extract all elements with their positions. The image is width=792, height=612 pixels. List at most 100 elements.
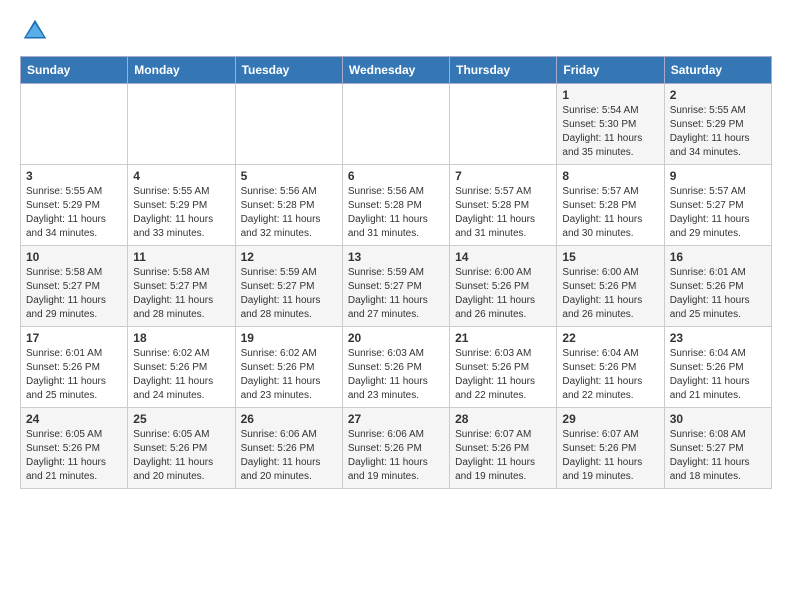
calendar-header-monday: Monday <box>128 57 235 84</box>
calendar-header-row: SundayMondayTuesdayWednesdayThursdayFrid… <box>21 57 772 84</box>
day-info: Sunrise: 5:57 AM Sunset: 5:28 PM Dayligh… <box>455 185 551 241</box>
page: SundayMondayTuesdayWednesdayThursdayFrid… <box>0 0 792 505</box>
calendar-cell: 13 Sunrise: 5:59 AM Sunset: 5:27 PM Dayli… <box>342 246 449 327</box>
calendar-week-3: 17 Sunrise: 6:01 AM Sunset: 5:26 PM Dayli… <box>21 327 772 408</box>
calendar-cell: 7Sunrise: 5:57 AM Sunset: 5:28 PM Daylig… <box>450 165 557 246</box>
calendar-cell: 29 Sunrise: 6:07 AM Sunset: 5:26 PM Dayli… <box>557 408 664 489</box>
calendar-cell: 18 Sunrise: 6:02 AM Sunset: 5:26 PM Dayli… <box>128 327 235 408</box>
calendar-cell: 4Sunrise: 5:55 AM Sunset: 5:29 PM Daylig… <box>128 165 235 246</box>
calendar-cell: 23 Sunrise: 6:04 AM Sunset: 5:26 PM Dayli… <box>664 327 771 408</box>
day-info: Sunrise: 5:55 AM Sunset: 5:29 PM Dayligh… <box>133 185 229 241</box>
calendar-cell <box>235 84 342 165</box>
calendar-cell: 19 Sunrise: 6:02 AM Sunset: 5:26 PM Dayli… <box>235 327 342 408</box>
day-number: 14 <box>455 250 551 264</box>
day-number: 24 <box>26 412 122 426</box>
day-info: Sunrise: 6:08 AM Sunset: 5:27 PM Dayligh… <box>670 428 766 484</box>
calendar-cell: 16 Sunrise: 6:01 AM Sunset: 5:26 PM Dayli… <box>664 246 771 327</box>
day-number: 6 <box>348 169 444 183</box>
day-number: 11 <box>133 250 229 264</box>
day-info: Sunrise: 6:06 AM Sunset: 5:26 PM Dayligh… <box>241 428 337 484</box>
day-number: 30 <box>670 412 766 426</box>
day-info: Sunrise: 6:03 AM Sunset: 5:26 PM Dayligh… <box>348 347 444 403</box>
day-info: Sunrise: 6:02 AM Sunset: 5:26 PM Dayligh… <box>133 347 229 403</box>
day-info: Sunrise: 6:01 AM Sunset: 5:26 PM Dayligh… <box>670 266 766 322</box>
calendar-cell: 12 Sunrise: 5:59 AM Sunset: 5:27 PM Dayli… <box>235 246 342 327</box>
calendar-header-friday: Friday <box>557 57 664 84</box>
day-info: Sunrise: 5:55 AM Sunset: 5:29 PM Dayligh… <box>670 104 766 160</box>
day-number: 29 <box>562 412 658 426</box>
day-info: Sunrise: 5:59 AM Sunset: 5:27 PM Dayligh… <box>348 266 444 322</box>
day-info: Sunrise: 5:58 AM Sunset: 5:27 PM Dayligh… <box>133 266 229 322</box>
calendar-cell: 20 Sunrise: 6:03 AM Sunset: 5:26 PM Dayli… <box>342 327 449 408</box>
calendar-cell: 11 Sunrise: 5:58 AM Sunset: 5:27 PM Dayli… <box>128 246 235 327</box>
day-info: Sunrise: 6:02 AM Sunset: 5:26 PM Dayligh… <box>241 347 337 403</box>
day-info: Sunrise: 5:57 AM Sunset: 5:28 PM Dayligh… <box>562 185 658 241</box>
day-info: Sunrise: 6:00 AM Sunset: 5:26 PM Dayligh… <box>562 266 658 322</box>
calendar-cell: 28 Sunrise: 6:07 AM Sunset: 5:26 PM Dayli… <box>450 408 557 489</box>
day-info: Sunrise: 5:55 AM Sunset: 5:29 PM Dayligh… <box>26 185 122 241</box>
calendar-week-2: 10 Sunrise: 5:58 AM Sunset: 5:27 PM Dayli… <box>21 246 772 327</box>
day-number: 5 <box>241 169 337 183</box>
day-number: 13 <box>348 250 444 264</box>
day-number: 28 <box>455 412 551 426</box>
calendar-cell: 14 Sunrise: 6:00 AM Sunset: 5:26 PM Dayli… <box>450 246 557 327</box>
calendar-cell: 24 Sunrise: 6:05 AM Sunset: 5:26 PM Dayli… <box>21 408 128 489</box>
calendar-cell: 22Sunrise: 6:04 AM Sunset: 5:26 PM Dayli… <box>557 327 664 408</box>
day-number: 26 <box>241 412 337 426</box>
day-number: 19 <box>241 331 337 345</box>
day-info: Sunrise: 5:59 AM Sunset: 5:27 PM Dayligh… <box>241 266 337 322</box>
day-number: 21 <box>455 331 551 345</box>
calendar-cell: 3 Sunrise: 5:55 AM Sunset: 5:29 PM Daylig… <box>21 165 128 246</box>
day-info: Sunrise: 6:07 AM Sunset: 5:26 PM Dayligh… <box>562 428 658 484</box>
calendar-cell: 17 Sunrise: 6:01 AM Sunset: 5:26 PM Dayli… <box>21 327 128 408</box>
day-number: 25 <box>133 412 229 426</box>
calendar-cell: 15Sunrise: 6:00 AM Sunset: 5:26 PM Dayli… <box>557 246 664 327</box>
logo <box>20 16 54 46</box>
calendar-header-wednesday: Wednesday <box>342 57 449 84</box>
day-number: 9 <box>670 169 766 183</box>
calendar-cell: 6Sunrise: 5:56 AM Sunset: 5:28 PM Daylig… <box>342 165 449 246</box>
day-number: 20 <box>348 331 444 345</box>
day-number: 12 <box>241 250 337 264</box>
calendar-header-tuesday: Tuesday <box>235 57 342 84</box>
calendar-cell: 27Sunrise: 6:06 AM Sunset: 5:26 PM Dayli… <box>342 408 449 489</box>
day-info: Sunrise: 6:00 AM Sunset: 5:26 PM Dayligh… <box>455 266 551 322</box>
day-info: Sunrise: 5:56 AM Sunset: 5:28 PM Dayligh… <box>241 185 337 241</box>
calendar-week-4: 24 Sunrise: 6:05 AM Sunset: 5:26 PM Dayli… <box>21 408 772 489</box>
day-info: Sunrise: 6:05 AM Sunset: 5:26 PM Dayligh… <box>26 428 122 484</box>
calendar-cell: 26 Sunrise: 6:06 AM Sunset: 5:26 PM Dayli… <box>235 408 342 489</box>
calendar-cell <box>128 84 235 165</box>
day-number: 2 <box>670 88 766 102</box>
calendar-cell: 10Sunrise: 5:58 AM Sunset: 5:27 PM Dayli… <box>21 246 128 327</box>
day-number: 18 <box>133 331 229 345</box>
day-number: 23 <box>670 331 766 345</box>
calendar-cell: 30 Sunrise: 6:08 AM Sunset: 5:27 PM Dayli… <box>664 408 771 489</box>
day-info: Sunrise: 6:01 AM Sunset: 5:26 PM Dayligh… <box>26 347 122 403</box>
day-number: 16 <box>670 250 766 264</box>
day-number: 17 <box>26 331 122 345</box>
calendar-cell: 25 Sunrise: 6:05 AM Sunset: 5:26 PM Dayli… <box>128 408 235 489</box>
calendar-cell: 21 Sunrise: 6:03 AM Sunset: 5:26 PM Dayli… <box>450 327 557 408</box>
day-info: Sunrise: 6:07 AM Sunset: 5:26 PM Dayligh… <box>455 428 551 484</box>
day-number: 3 <box>26 169 122 183</box>
day-info: Sunrise: 6:06 AM Sunset: 5:26 PM Dayligh… <box>348 428 444 484</box>
day-number: 22 <box>562 331 658 345</box>
header <box>20 16 772 46</box>
day-info: Sunrise: 6:03 AM Sunset: 5:26 PM Dayligh… <box>455 347 551 403</box>
calendar-cell: 1Sunrise: 5:54 AM Sunset: 5:30 PM Daylig… <box>557 84 664 165</box>
day-info: Sunrise: 6:04 AM Sunset: 5:26 PM Dayligh… <box>670 347 766 403</box>
day-number: 10 <box>26 250 122 264</box>
calendar-week-1: 3 Sunrise: 5:55 AM Sunset: 5:29 PM Daylig… <box>21 165 772 246</box>
calendar-cell: 8 Sunrise: 5:57 AM Sunset: 5:28 PM Daylig… <box>557 165 664 246</box>
day-info: Sunrise: 6:05 AM Sunset: 5:26 PM Dayligh… <box>133 428 229 484</box>
calendar-cell: 9 Sunrise: 5:57 AM Sunset: 5:27 PM Daylig… <box>664 165 771 246</box>
calendar-cell <box>450 84 557 165</box>
calendar-week-0: 1Sunrise: 5:54 AM Sunset: 5:30 PM Daylig… <box>21 84 772 165</box>
calendar-cell: 5 Sunrise: 5:56 AM Sunset: 5:28 PM Daylig… <box>235 165 342 246</box>
calendar-cell: 2 Sunrise: 5:55 AM Sunset: 5:29 PM Daylig… <box>664 84 771 165</box>
calendar-header-thursday: Thursday <box>450 57 557 84</box>
day-info: Sunrise: 5:54 AM Sunset: 5:30 PM Dayligh… <box>562 104 658 160</box>
calendar-cell <box>21 84 128 165</box>
day-number: 8 <box>562 169 658 183</box>
day-info: Sunrise: 5:57 AM Sunset: 5:27 PM Dayligh… <box>670 185 766 241</box>
